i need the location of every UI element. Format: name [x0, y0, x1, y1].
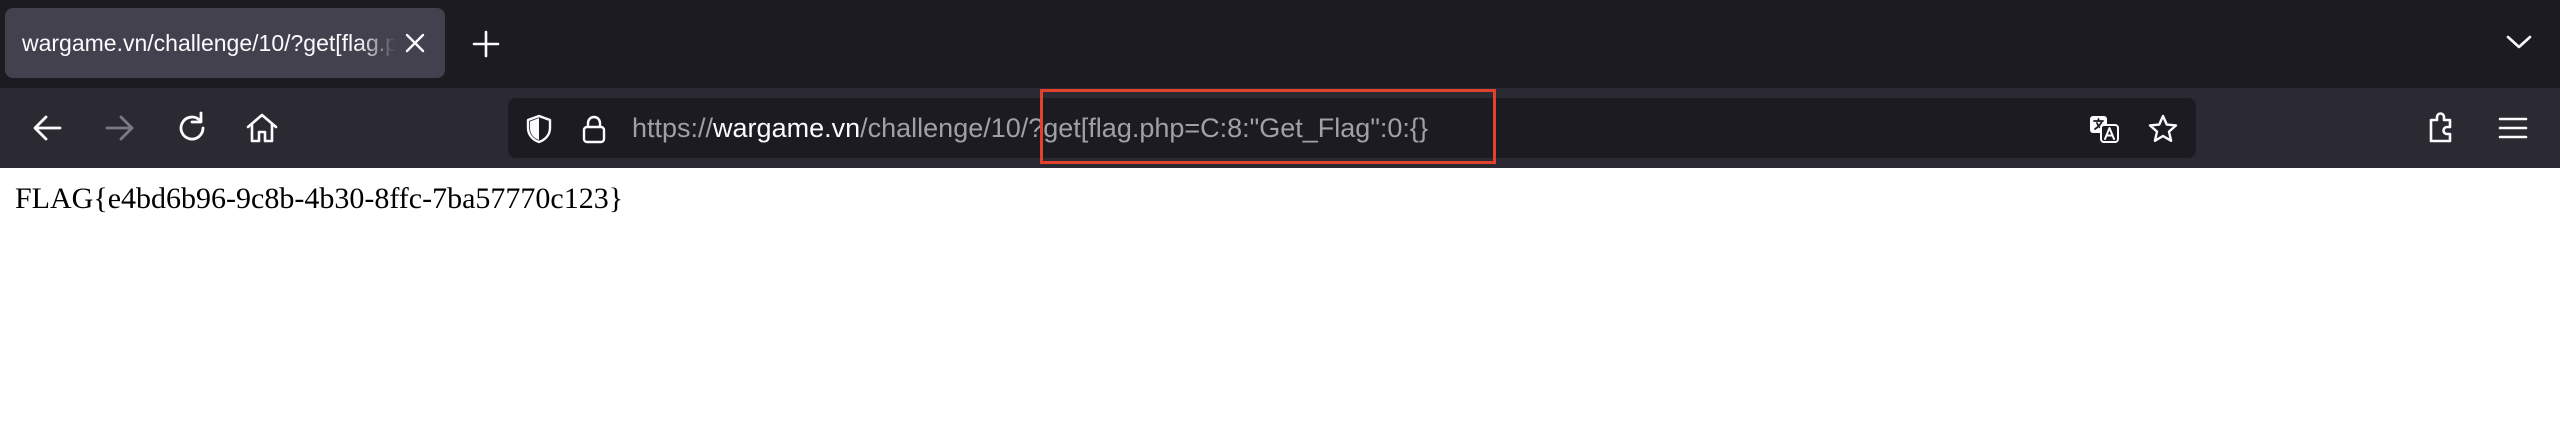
home-icon[interactable] — [244, 110, 280, 146]
hamburger-menu-icon[interactable] — [2495, 110, 2531, 146]
flag-text: FLAG{e4bd6b96-9c8b-4b30-8ffc-7ba57770c12… — [15, 182, 624, 215]
lock-icon[interactable] — [578, 113, 610, 145]
active-tab[interactable]: wargame.vn/challenge/10/?get[flag.php=C:… — [5, 8, 445, 78]
page-content: FLAG{e4bd6b96-9c8b-4b30-8ffc-7ba57770c12… — [0, 168, 2560, 422]
plus-icon[interactable] — [472, 30, 500, 58]
puzzle-icon[interactable] — [2423, 110, 2459, 146]
star-icon[interactable] — [2147, 113, 2179, 145]
reload-icon[interactable] — [174, 110, 210, 146]
url-scheme: https:// — [632, 113, 714, 143]
close-icon[interactable] — [403, 31, 427, 55]
shield-icon[interactable] — [523, 113, 555, 145]
tab-title: wargame.vn/challenge/10/?get[flag.php=C:… — [22, 30, 396, 56]
chevron-down-icon[interactable] — [2506, 32, 2532, 52]
back-arrow-icon[interactable] — [30, 110, 66, 146]
tab-strip: wargame.vn/challenge/10/?get[flag.php=C:… — [0, 0, 2560, 88]
translate-icon[interactable] — [2088, 113, 2120, 145]
highlight-box — [1040, 89, 1496, 164]
url-host: wargame.vn — [713, 113, 861, 143]
forward-arrow-icon[interactable] — [101, 110, 137, 146]
